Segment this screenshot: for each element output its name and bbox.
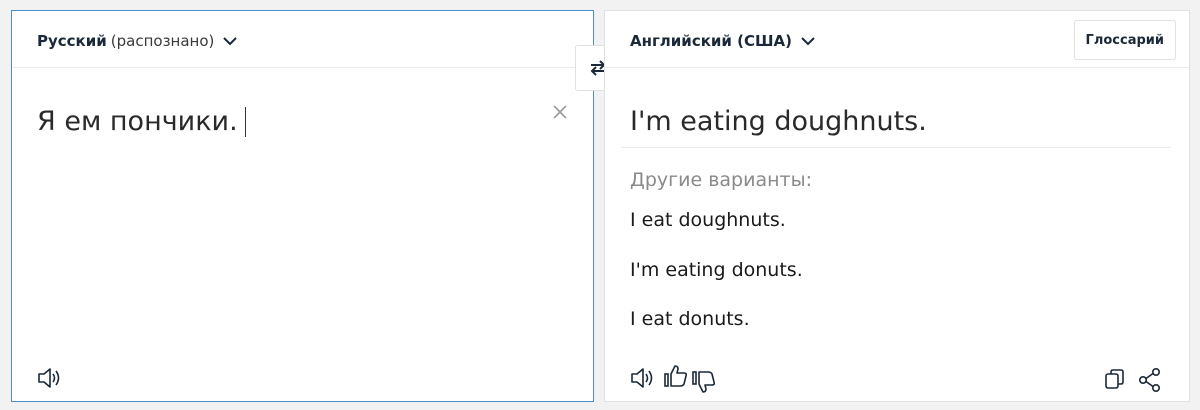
thumbs-up-icon (663, 363, 689, 389)
source-text: Я ем пончики. (37, 106, 238, 137)
dislike-button[interactable] (691, 369, 717, 395)
source-text-input[interactable]: Я ем пончики. (37, 106, 246, 137)
glossary-button[interactable]: Глоссарий (1073, 20, 1176, 60)
thumbs-down-icon (691, 369, 717, 395)
source-header: Русский (распознано) (12, 11, 593, 68)
copy-icon (1103, 367, 1127, 391)
source-language-note: (распознано) (110, 32, 215, 50)
speaker-icon (629, 365, 657, 391)
chevron-down-icon (214, 32, 239, 50)
source-panel: Русский (распознано) Я ем пончики. (11, 10, 594, 402)
source-language-select[interactable]: Русский (распознано) (37, 32, 239, 50)
target-language-select[interactable]: Английский (США) (630, 32, 817, 50)
like-button[interactable] (663, 363, 689, 389)
share-button[interactable] (1137, 367, 1163, 393)
close-icon (549, 101, 571, 123)
clear-button[interactable] (549, 101, 571, 123)
alternatives-label: Другие варианты: (630, 169, 812, 191)
alternative-item[interactable]: I eat doughnuts. (630, 209, 786, 231)
chevron-down-icon (792, 32, 817, 50)
target-panel: Английский (США) Глоссарий I'm eating do… (604, 10, 1190, 402)
speaker-icon (36, 365, 64, 391)
alternative-item[interactable]: I'm eating donuts. (630, 259, 803, 281)
target-header: Английский (США) Глоссарий (605, 11, 1189, 68)
alternative-item[interactable]: I eat donuts. (630, 308, 750, 330)
share-icon (1137, 367, 1163, 393)
source-listen-button[interactable] (36, 365, 64, 391)
translation-output: I'm eating doughnuts. (630, 106, 927, 137)
copy-button[interactable] (1103, 367, 1127, 391)
divider (622, 147, 1170, 148)
source-language-name: Русский (37, 32, 107, 50)
target-language-name: Английский (США) (630, 32, 792, 50)
target-listen-button[interactable] (629, 365, 657, 391)
text-caret (244, 106, 246, 137)
